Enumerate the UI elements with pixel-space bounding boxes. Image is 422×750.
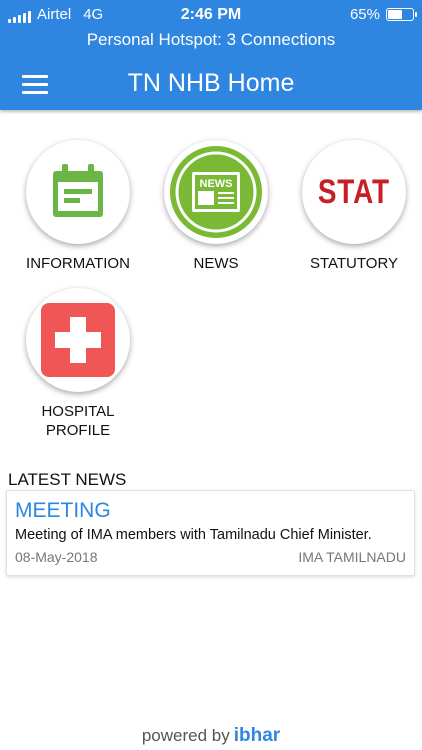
stat-text-icon: STAT: [318, 172, 390, 211]
tile-label-statutory: STATUTORY: [309, 255, 399, 272]
statutory-icon-circle: STAT: [302, 140, 406, 244]
app-title: TN NHB Home: [127, 69, 295, 97]
tile-label-information: INFORMATION: [26, 255, 130, 272]
latest-news-title: LATEST NEWS: [8, 470, 127, 489]
news-icon-text: NEWS: [200, 178, 233, 190]
calendar-icon: [53, 164, 103, 217]
tile-label-hospital-profile: HOSPITAL PROFILE: [41, 403, 115, 439]
tile-label-news: NEWS: [193, 255, 239, 272]
news-heading: MEETING: [15, 499, 111, 522]
hospital-profile-icon-circle: [26, 288, 130, 392]
newspaper-icon: NEWS: [170, 146, 262, 238]
hotspot-banner[interactable]: Personal Hotspot: 3 Connections: [0, 30, 422, 50]
tile-news[interactable]: NEWS NEWS: [146, 140, 286, 273]
status-bar: Airtel 4G 2:46 PM 65% Personal Hotspot: …: [0, 0, 422, 58]
news-icon-circle: NEWS: [164, 140, 268, 244]
battery-percent: 65%: [349, 6, 380, 23]
news-source: IMA TAMILNADU: [298, 549, 406, 565]
footer: powered by ibhar: [0, 725, 422, 747]
brand-logo: ibhar: [233, 725, 281, 746]
tile-hospital-profile[interactable]: HOSPITAL PROFILE: [8, 288, 148, 440]
medical-cross-icon: [41, 303, 115, 377]
battery-icon: [386, 8, 417, 21]
news-date: 08-May-2018: [15, 549, 98, 565]
tile-statutory[interactable]: STAT STATUTORY: [284, 140, 422, 273]
information-icon-circle: [26, 140, 130, 244]
news-card[interactable]: MEETING Meeting of IMA members with Tami…: [6, 490, 415, 576]
news-description: Meeting of IMA members with Tamilnadu Ch…: [15, 527, 372, 543]
tile-information[interactable]: INFORMATION: [8, 140, 148, 273]
powered-by-label: powered by: [141, 726, 230, 745]
app-bar: TN NHB Home: [0, 58, 422, 110]
